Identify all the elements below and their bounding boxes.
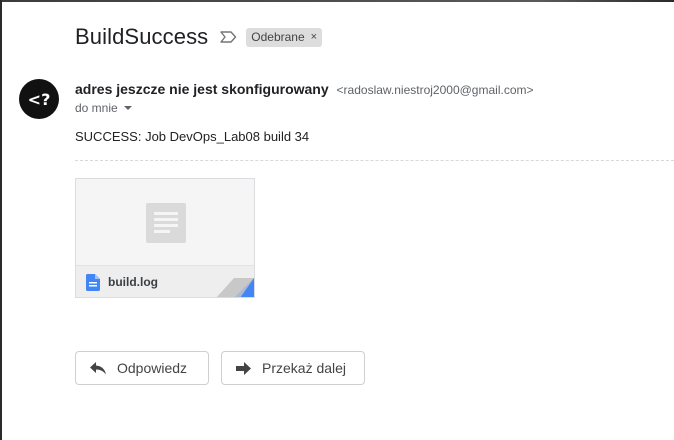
label-chip-inbox: Odebrane × [246,27,323,47]
attachment-preview [76,179,254,265]
attachment-file-name: build.log [108,275,158,289]
sender-row: adres jeszcze nie jest skonfigurowany <r… [75,81,534,97]
forward-label: Przekaż dalej [262,360,347,376]
label-chip-text: Odebrane [251,30,305,44]
attachment-card[interactable]: build.log [75,178,255,298]
subject-row: BuildSuccess Odebrane × [75,20,323,54]
reply-button[interactable]: Odpowiedz [75,351,209,385]
window-left-edge [0,0,2,440]
reply-label: Odpowiedz [117,360,188,376]
sender-avatar: <? [19,79,59,119]
window-top-edge [0,0,674,2]
recipient-row[interactable]: do mnie [75,101,132,115]
email-subject: BuildSuccess [75,24,209,49]
file-icon [86,274,100,296]
forward-icon [236,361,251,375]
sender-name[interactable]: adres jeszcze nie jest skonfigurowany [75,81,329,97]
recipient-text: do mnie [75,101,118,115]
important-marker-icon[interactable] [220,31,237,43]
attachment-footer: build.log [76,265,254,297]
document-preview-icon [146,203,186,243]
recipient-details-caret-icon[interactable] [123,106,132,110]
reply-icon [90,361,106,375]
forward-button[interactable]: Przekaż dalej [221,351,365,385]
sender-email: <radoslaw.niestroj2000@gmail.com> [336,83,534,97]
attachments-divider [75,160,674,161]
attachment-corner-fold-icon [216,278,254,297]
email-body: SUCCESS: Job DevOps_Lab08 build 34 [75,129,310,144]
remove-label-icon[interactable]: × [311,31,317,43]
